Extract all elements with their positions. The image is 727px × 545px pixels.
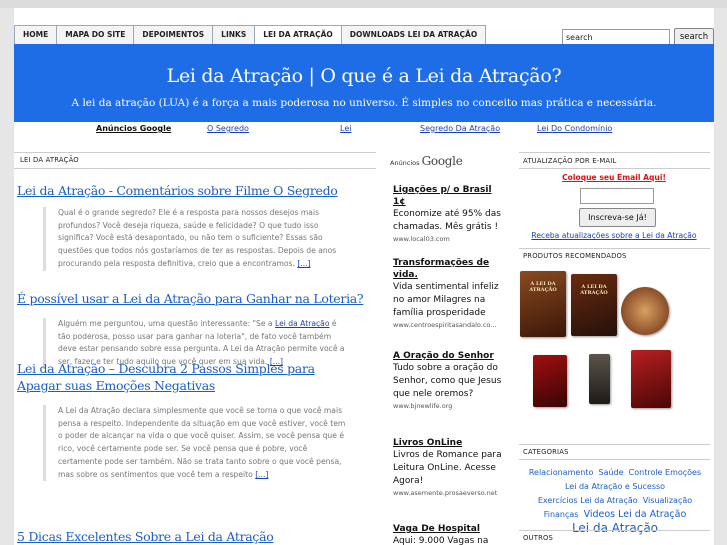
post-excerpt: A Lei da Atração declara simplesmente qu…: [43, 405, 349, 482]
page-container: HOME MAPA DO SITE DEPOIMENTOS LINKS LEI …: [14, 8, 714, 545]
divider: [519, 444, 710, 445]
site-title[interactable]: Lei da Atração | O que é a Lei da Atraçã…: [14, 65, 714, 87]
category-link[interactable]: Exercícios Lei da Atração: [538, 496, 638, 505]
ad-unit: Transformações de vida. Vida sentimental…: [393, 257, 505, 330]
products-heading: PRODUTOS RECOMENDADOS: [523, 252, 627, 260]
book-cover[interactable]: [589, 354, 610, 404]
ad-links-bar: Anúncios Google O Segredo Lei Segredo Da…: [14, 124, 714, 138]
book-cover[interactable]: A LEI DA ATRAÇÃO: [520, 271, 566, 337]
ad-title[interactable]: Transformações de vida.: [393, 257, 505, 281]
ad-title[interactable]: Vaga De Hospital: [393, 523, 505, 535]
email-field[interactable]: [580, 188, 654, 204]
book-cover[interactable]: A LEI DA ATRAÇÃO: [571, 274, 617, 336]
nav-tab-depoimentos[interactable]: DEPOIMENTOS: [133, 25, 214, 44]
subscribe-link[interactable]: Receba atualizações sobre a Lei da Atraç…: [519, 231, 709, 240]
category-link[interactable]: Lei da Atração e Sucesso: [565, 482, 665, 491]
site-description: A lei da atração (LUA) é a força a mais …: [71, 97, 657, 109]
divider: [519, 168, 710, 169]
categories-heading: CATEGORIAS: [523, 448, 569, 456]
ad-title[interactable]: Ligações p/ o Brasil 1¢: [393, 184, 505, 208]
top-strip: [0, 0, 727, 8]
book-cover[interactable]: [631, 350, 671, 408]
divider: [519, 459, 710, 460]
google-logo: Google: [421, 154, 463, 168]
post-title[interactable]: É possível usar a Lei da Atração para Ga…: [17, 290, 364, 307]
ads-label-text: Anúncios: [390, 159, 420, 167]
ad-unit: Livros OnLine Livros de Romance para Lei…: [393, 437, 505, 498]
ad-link[interactable]: O Segredo: [207, 124, 249, 133]
post-title[interactable]: Lei da Atração - Comentários sobre Filme…: [17, 182, 338, 199]
divider: [519, 248, 710, 249]
divider: [519, 530, 710, 531]
ad-title[interactable]: Livros OnLine: [393, 437, 505, 449]
book-title: A LEI DA ATRAÇÃO: [529, 281, 557, 293]
divider: [519, 152, 710, 153]
category-cloud: Relacionamento Saúde Controle Emoções Le…: [522, 463, 708, 535]
category-link[interactable]: Visualização: [643, 496, 692, 505]
ad-text: Aqui: 9.000 Vagas na: [393, 536, 489, 545]
google-ads-label[interactable]: Anúncios Google: [390, 154, 463, 168]
ad-unit: Vaga De Hospital Aqui: 9.000 Vagas na: [393, 523, 505, 545]
ad-link[interactable]: Lei Do Condomínio: [537, 124, 612, 133]
category-link[interactable]: Relacionamento: [529, 468, 594, 477]
book-cover[interactable]: [533, 355, 567, 407]
nav-tab-mapa-do-site[interactable]: MAPA DO SITE: [56, 25, 135, 44]
search-input[interactable]: [562, 29, 670, 45]
category-link[interactable]: Lei da Atração: [572, 521, 658, 535]
post-title[interactable]: 5 Dicas Excelentes Sobre a Lei da Atraçã…: [17, 528, 274, 545]
ad-url[interactable]: www.asemente.prosaeverso.net: [393, 488, 505, 498]
nav-tab-home[interactable]: HOME: [14, 25, 58, 44]
ad-text: Livros de Romance para Leitura OnLine. A…: [393, 450, 502, 486]
ad-title[interactable]: A Oração do Senhor: [393, 350, 505, 362]
main-nav: HOME MAPA DO SITE DEPOIMENTOS LINKS LEI …: [14, 25, 487, 44]
ad-text: Tudo sobre a oração do Senhor, como que …: [393, 363, 502, 399]
ad-link[interactable]: Segredo Da Atração: [420, 124, 500, 133]
nav-tab-downloads[interactable]: DOWNLOADS LEI DA ATRAÇÃO: [340, 25, 487, 44]
others-heading: OUTROS: [523, 534, 554, 542]
read-more-link[interactable]: [...]: [255, 470, 268, 479]
main-heading: LEI DA ATRAÇÃO: [20, 156, 79, 164]
subscribe-button[interactable]: Inscreva-se Já!: [579, 208, 656, 227]
divider: [14, 168, 376, 169]
divider: [14, 152, 376, 153]
ad-text: Vida sentimental infeliz no amor Milagre…: [393, 282, 499, 318]
book-cover[interactable]: [621, 287, 669, 335]
excerpt-text: Alguém me perguntou, uma questão interes…: [58, 319, 275, 328]
ad-url[interactable]: www.bjnewlife.org: [393, 401, 505, 411]
inline-link[interactable]: Lei da Atração: [275, 319, 329, 328]
nav-tab-lei-da-atracao[interactable]: LEI DA ATRAÇÃO: [254, 25, 342, 44]
ad-url[interactable]: www.local03.com: [393, 234, 505, 244]
post-title[interactable]: Lei da Atração – Descubra 2 Passos Simpl…: [17, 360, 347, 394]
category-link[interactable]: Saúde: [598, 468, 623, 477]
email-heading: ATUALIZAÇÃO POR E-MAIL: [523, 157, 617, 165]
category-link[interactable]: Controle Emoções: [629, 468, 702, 477]
excerpt-text: Qual é o grande segredo? Ele é a respost…: [58, 208, 337, 268]
ad-text: Economize até 95% das chamadas. Mês grát…: [393, 209, 501, 232]
excerpt-text: A Lei da Atração declara simplesmente qu…: [58, 406, 346, 479]
category-link[interactable]: Finanças: [544, 510, 579, 519]
nav-tab-links[interactable]: LINKS: [212, 25, 256, 44]
category-link[interactable]: Videos Lei da Atração: [584, 509, 687, 520]
site-header: Lei da Atração | O que é a Lei da Atraçã…: [14, 44, 714, 122]
ad-link[interactable]: Lei: [340, 124, 351, 133]
post-excerpt: Qual é o grande segredo? Ele é a respost…: [43, 207, 349, 271]
ad-url[interactable]: www.centroespiritasandalo.co...: [393, 320, 505, 330]
ad-unit: A Oração do Senhor Tudo sobre a oração d…: [393, 350, 505, 411]
book-title: A LEI DA ATRAÇÃO: [580, 284, 608, 296]
ad-unit: Ligações p/ o Brasil 1¢ Economize até 95…: [393, 184, 505, 244]
email-prompt-link[interactable]: Coloque seu Email Aqui!: [519, 173, 709, 182]
ad-links-label[interactable]: Anúncios Google: [96, 124, 171, 133]
read-more-link[interactable]: [...]: [297, 259, 310, 268]
